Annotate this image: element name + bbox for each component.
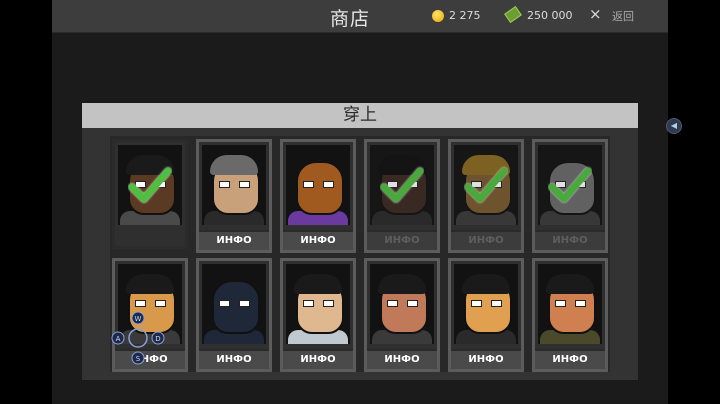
dpad-label-d: D — [155, 335, 160, 343]
checkmark-icon — [380, 167, 424, 203]
info-button[interactable]: ИНФО — [199, 230, 269, 250]
eye-icon — [387, 300, 398, 307]
eye-icon — [219, 181, 230, 188]
character-card[interactable]: ИНФО — [196, 258, 272, 372]
character-card[interactable]: ИНФО — [364, 258, 440, 372]
info-button[interactable]: ИНФО — [451, 349, 521, 369]
character-portrait — [202, 264, 266, 344]
character-portrait — [370, 264, 434, 344]
info-button[interactable]: ИНФО — [535, 230, 605, 250]
eye-icon — [239, 181, 250, 188]
panel-title: 穿上 — [82, 103, 638, 128]
character-portrait — [370, 145, 434, 225]
eye-icon — [239, 300, 250, 307]
character-card[interactable]: ИНФО — [196, 139, 272, 253]
dpad-label-w: W — [135, 315, 142, 323]
eye-icon — [323, 300, 334, 307]
character-hair — [546, 274, 594, 294]
coin-balance: 2 275 — [449, 9, 481, 22]
eye-icon — [471, 300, 482, 307]
character-hair — [462, 274, 510, 294]
back-button[interactable]: 返回 — [612, 8, 634, 24]
checkmark-icon — [548, 167, 592, 203]
character-hair — [378, 274, 426, 294]
eye-icon — [135, 300, 146, 307]
page-title: 商店 — [330, 8, 371, 30]
info-button[interactable]: ИНФО — [451, 230, 521, 250]
info-button[interactable]: ИНФО — [283, 349, 353, 369]
eye-icon — [323, 181, 334, 188]
character-portrait — [538, 264, 602, 344]
checkmark-icon — [128, 167, 172, 203]
character-portrait — [286, 264, 350, 344]
info-button[interactable]: ИНФО — [283, 230, 353, 250]
dpad-overlay[interactable]: W A S D — [110, 310, 166, 366]
info-button[interactable]: ИНФО — [367, 230, 437, 250]
character-portrait — [202, 145, 266, 225]
eye-icon — [491, 300, 502, 307]
character-card[interactable]: ИНФО — [364, 139, 440, 253]
info-button[interactable]: ИНФО — [535, 349, 605, 369]
eye-icon — [303, 300, 314, 307]
character-card[interactable]: ИНФО — [448, 139, 524, 253]
character-card[interactable]: ИНФО — [448, 258, 524, 372]
eye-icon — [407, 300, 418, 307]
character-portrait — [286, 145, 350, 225]
dpad-center[interactable] — [128, 328, 148, 348]
checkmark-icon — [464, 167, 508, 203]
character-portrait — [538, 145, 602, 225]
eye-icon — [575, 300, 586, 307]
info-button[interactable]: ИНФО — [367, 349, 437, 369]
edge-menu-icon[interactable]: ◀ — [666, 118, 682, 134]
info-button[interactable]: ИНФО — [199, 349, 269, 369]
character-card[interactable]: ИНФО — [280, 139, 356, 253]
character-card[interactable]: ИНФО — [280, 258, 356, 372]
mask-head — [296, 161, 344, 215]
eye-icon — [303, 181, 314, 188]
character-portrait — [118, 145, 182, 225]
character-hair — [210, 155, 258, 175]
dpad-label-s: S — [136, 355, 141, 363]
coin-icon — [432, 10, 444, 22]
cash-balance: 250 000 — [527, 9, 573, 22]
mask-head — [212, 280, 260, 334]
character-card[interactable] — [112, 139, 188, 249]
close-icon[interactable]: × — [589, 5, 602, 23]
dpad-label-a: A — [116, 335, 121, 343]
character-hair — [126, 274, 174, 294]
character-hair — [294, 274, 342, 294]
eye-icon — [155, 300, 166, 307]
eye-icon — [555, 300, 566, 307]
character-portrait — [454, 264, 518, 344]
character-card[interactable]: ИНФО — [532, 139, 608, 253]
character-card[interactable]: ИНФО — [532, 258, 608, 372]
character-portrait — [454, 145, 518, 225]
eye-icon — [219, 300, 230, 307]
